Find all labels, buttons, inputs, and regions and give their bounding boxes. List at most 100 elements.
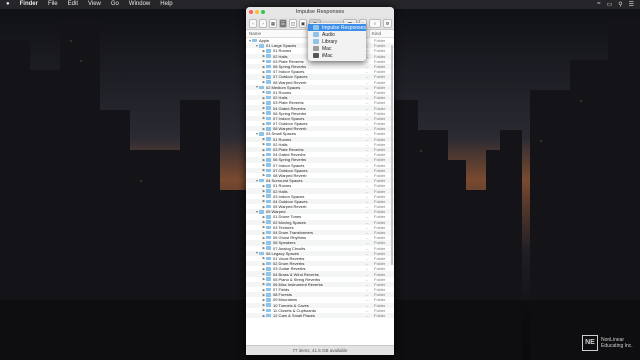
apple-icon[interactable]: ● — [0, 0, 15, 9]
path-item-label: Audio — [322, 31, 335, 38]
folder-icon — [266, 303, 271, 307]
column-view-button[interactable]: ◫ — [289, 18, 297, 28]
folder-icon — [266, 267, 271, 271]
path-popup-menu: Impulse Responses Audio Library Mac iMac — [308, 23, 366, 61]
logo-mark: NE — [582, 335, 598, 351]
folder-icon — [266, 54, 271, 58]
folder-icon — [266, 298, 271, 302]
folder-icon — [266, 158, 271, 162]
list-view-button[interactable]: ☰ — [279, 18, 287, 28]
path-item-imac[interactable]: iMac — [308, 52, 366, 59]
path-item-audio[interactable]: Audio — [308, 31, 366, 38]
zoom-button[interactable] — [261, 10, 265, 14]
folder-icon — [266, 101, 271, 105]
icon-view-button[interactable]: ▦ — [269, 18, 277, 28]
spotlight-icon[interactable]: ⚲ — [618, 1, 622, 8]
folder-icon — [266, 137, 271, 141]
folder-icon — [266, 235, 271, 240]
hard-drive-icon — [313, 46, 319, 51]
folder-icon — [266, 293, 271, 297]
folder-icon — [266, 308, 271, 313]
notification-center-icon[interactable]: ☰ — [629, 1, 634, 8]
folder-icon — [266, 163, 271, 167]
menu-help[interactable]: Help — [155, 0, 177, 9]
folder-icon — [266, 313, 271, 318]
action-button[interactable]: ⚙ — [383, 18, 392, 28]
close-button[interactable] — [249, 10, 253, 14]
path-item-label: iMac — [322, 52, 333, 59]
list-item-label: 12 Cars & Small Places — [273, 313, 316, 319]
folder-icon — [266, 64, 271, 69]
folder-icon — [266, 75, 271, 79]
path-item-library[interactable]: Library — [308, 38, 366, 45]
folder-icon — [259, 85, 264, 90]
battery-icon[interactable]: ▭ — [607, 1, 613, 8]
folder-icon — [266, 220, 271, 224]
status-icons: ≈ ▭ ⚲ ☰ — [597, 1, 640, 8]
folder-icon — [266, 121, 271, 126]
folder-icon — [266, 49, 271, 53]
folder-icon — [266, 272, 271, 276]
menu-edit[interactable]: Edit — [63, 0, 83, 9]
folder-icon — [266, 80, 271, 84]
logo-text: NonLinear Educating Inc. — [601, 337, 633, 349]
folder-icon — [266, 261, 271, 266]
minimize-button[interactable] — [255, 10, 259, 14]
folder-icon — [266, 204, 271, 209]
path-item-impulse-responses[interactable]: Impulse Responses — [308, 24, 366, 31]
forward-button[interactable]: › — [259, 18, 267, 28]
folder-icon — [266, 69, 271, 74]
folder-icon — [266, 241, 271, 245]
folder-icon — [266, 199, 271, 204]
folder-icon — [313, 39, 319, 44]
folder-icon — [313, 25, 319, 30]
menu-window[interactable]: Window — [124, 0, 155, 9]
path-item-label: Mac — [322, 45, 332, 52]
path-item-mac[interactable]: Mac — [308, 45, 366, 52]
folder-icon — [259, 178, 264, 183]
file-list: ▼ Apple Folder ▼ 01 Large Spaces -- Folder ▶ 01 … — [246, 38, 394, 339]
menu-go[interactable]: Go — [106, 0, 124, 9]
folder-icon — [266, 282, 271, 287]
folder-icon — [266, 256, 271, 261]
computer-icon — [313, 53, 319, 58]
folder-icon — [259, 251, 264, 256]
tags-button[interactable]: ○ — [369, 18, 381, 28]
folder-icon — [259, 210, 264, 214]
list-item[interactable]: ▶ 12 Cars & Small Places -- Folder — [246, 312, 394, 319]
cover-flow-button[interactable]: ▣ — [299, 18, 307, 28]
list-item-kind: Folder — [374, 313, 386, 319]
folder-icon — [266, 189, 271, 193]
status-bar: 77 items, 41.5 GB available — [246, 345, 394, 355]
folder-icon — [266, 111, 271, 115]
wifi-icon[interactable]: ≈ — [597, 1, 600, 8]
folder-icon — [266, 59, 271, 64]
list-item-name: ▶ 12 Cars & Small Places — [246, 313, 360, 318]
folder-icon — [266, 184, 271, 188]
folder-icon — [266, 152, 271, 157]
menu-finder[interactable]: Finder — [15, 0, 43, 9]
folder-icon — [266, 230, 271, 235]
folder-icon — [266, 168, 271, 173]
folder-icon — [266, 225, 271, 230]
back-button[interactable]: ‹ — [249, 18, 257, 28]
folder-icon — [266, 287, 271, 292]
folder-icon — [266, 277, 271, 281]
folder-icon — [259, 44, 264, 48]
folder-icon — [266, 147, 271, 152]
kind-column-header[interactable]: Kind — [369, 30, 394, 37]
folder-icon — [266, 215, 271, 219]
folder-icon — [266, 116, 271, 121]
folder-icon — [252, 38, 257, 43]
folder-icon — [266, 95, 271, 100]
menu-file[interactable]: File — [43, 0, 63, 9]
menu-view[interactable]: View — [83, 0, 106, 9]
scrollbar[interactable] — [391, 45, 393, 265]
folder-icon — [266, 194, 271, 198]
folder-icon — [259, 132, 264, 136]
window-title: Impulse Responses — [295, 9, 345, 15]
folder-icon — [266, 106, 271, 110]
path-item-label: Impulse Responses — [322, 24, 366, 31]
window-titlebar[interactable]: Impulse Responses — [246, 7, 394, 17]
list-item-size: -- — [365, 313, 369, 319]
